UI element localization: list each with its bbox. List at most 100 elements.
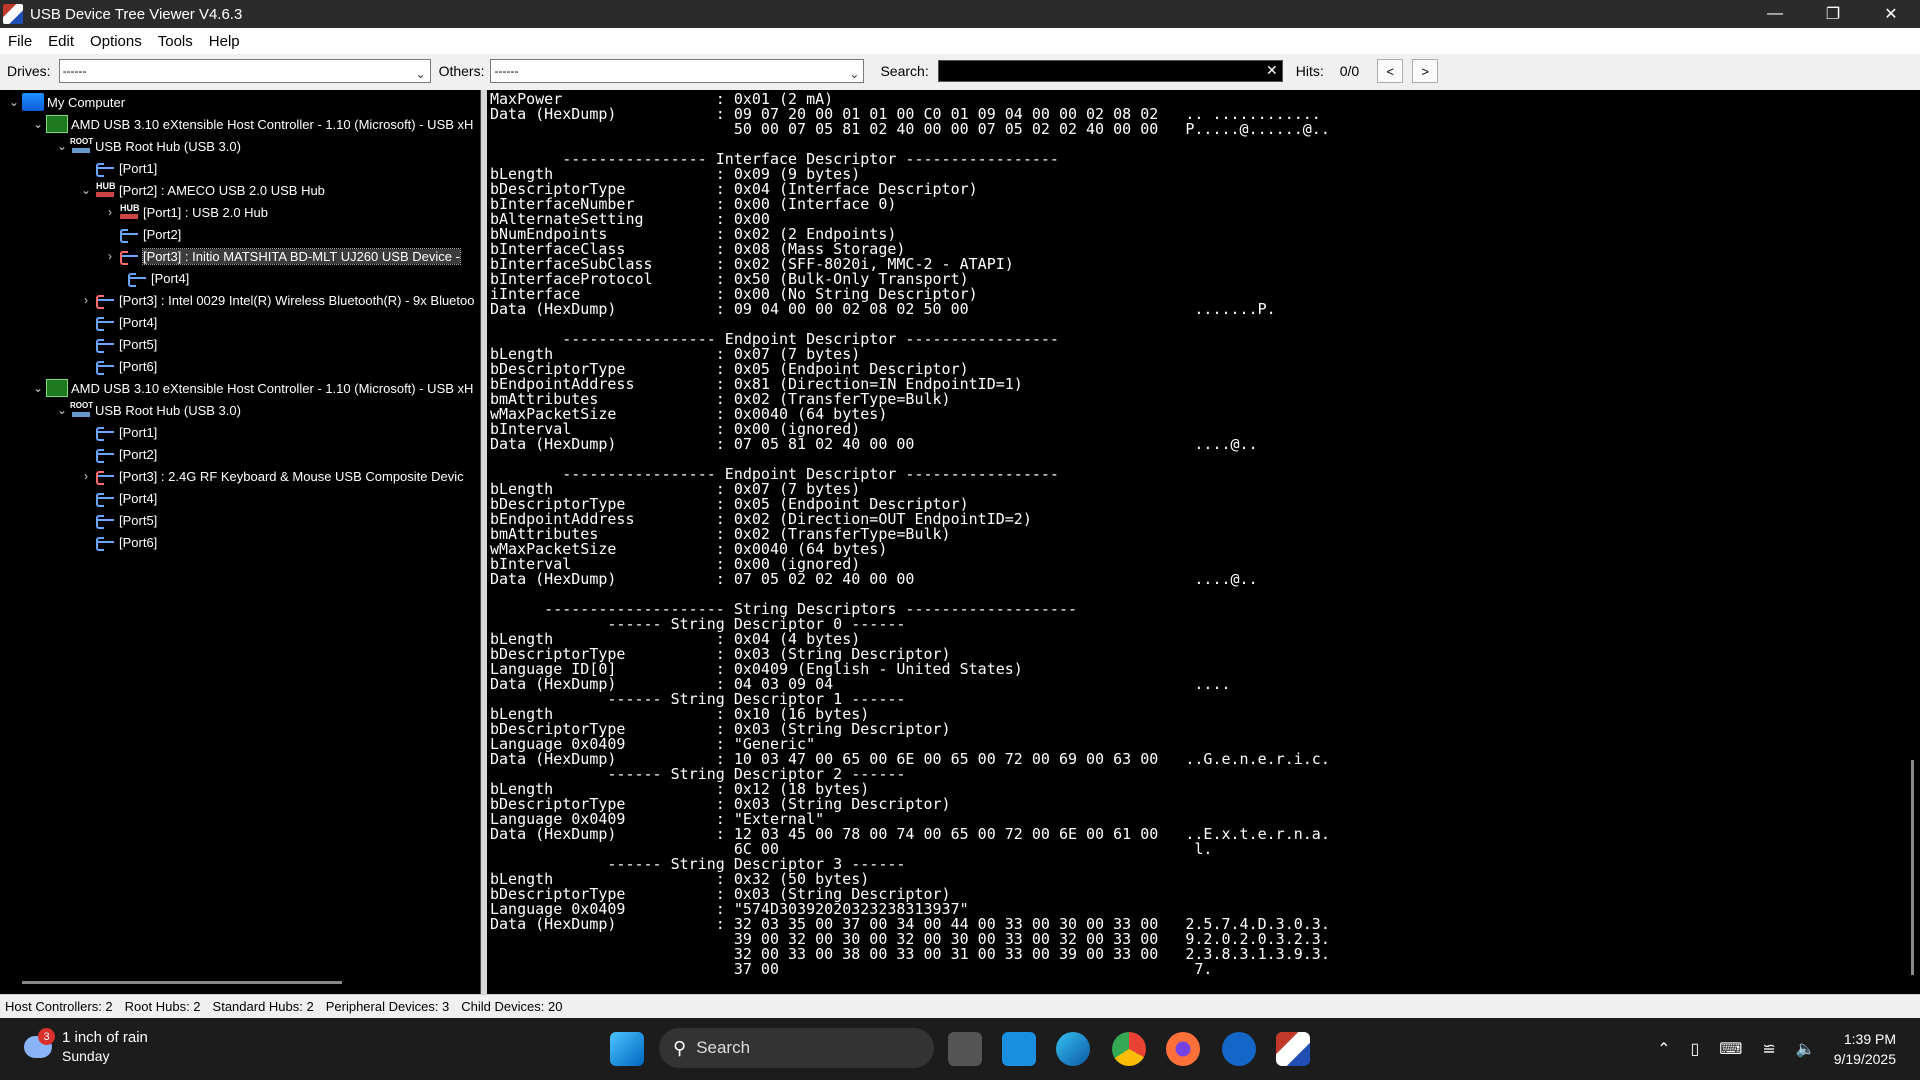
tree-item-label: [Port5] — [119, 336, 158, 352]
tree-item-device[interactable]: › [Port3] : 2.4G RF Keyboard & Mouse USB … — [78, 465, 464, 487]
chevron-right-icon[interactable]: › — [78, 293, 94, 307]
tree-item-hub[interactable]: › [Port1] : USB 2.0 Hub — [102, 201, 268, 223]
app-icon — [3, 4, 23, 24]
usb-port-icon — [94, 159, 116, 177]
keyboard-icon[interactable]: ⌨ — [1719, 1039, 1742, 1059]
search-icon: ⚲ — [673, 1037, 687, 1058]
tree-item-device[interactable]: › [Port3] : Intel 0029 Intel(R) Wireless … — [78, 289, 475, 311]
tree-item-label: [Port1] : USB 2.0 Hub — [143, 204, 269, 220]
usb-hub-icon — [94, 181, 116, 199]
minimize-button[interactable]: — — [1746, 0, 1804, 28]
chevron-right-icon[interactable]: › — [78, 469, 94, 483]
desktop-app-icon[interactable] — [1002, 1032, 1036, 1066]
tree-item-host-controller[interactable]: ⌄ AMD USB 3.10 eXtensible Host Controller… — [30, 113, 473, 135]
edge-browser-icon[interactable] — [1056, 1032, 1090, 1066]
usb-port-icon — [118, 225, 140, 243]
usb-port-icon — [94, 533, 116, 551]
usb-port-icon — [94, 445, 116, 463]
menu-help[interactable]: Help — [201, 33, 248, 50]
menu-tools[interactable]: Tools — [150, 33, 201, 50]
tree-item-label: [Port2] — [143, 226, 182, 242]
tree-item-port[interactable]: [Port5] — [78, 333, 157, 355]
drives-value: ------ — [62, 64, 87, 78]
drives-select[interactable]: ------ ⌄ — [58, 59, 431, 83]
tree-item-port[interactable]: [Port5] — [78, 509, 157, 531]
menu-edit[interactable]: Edit — [40, 33, 82, 50]
tree-item-port[interactable]: [Port4] — [126, 267, 189, 289]
tree-item-my-computer[interactable]: ⌄ My Computer — [6, 91, 125, 113]
chevron-down-icon[interactable]: ⌄ — [30, 117, 46, 131]
root-hub-icon — [70, 137, 93, 155]
chevron-down-icon[interactable]: ⌄ — [54, 139, 70, 153]
usb-device-icon — [94, 291, 116, 309]
usb-port-icon — [94, 511, 116, 529]
chevron-down-icon[interactable]: ⌄ — [6, 95, 22, 109]
status-child-devices: Child Devices: 20 — [461, 999, 563, 1014]
menu-file[interactable]: File — [0, 33, 40, 50]
detail-vertical-scrollbar[interactable] — [1911, 760, 1914, 975]
chevron-up-icon[interactable]: ⌃ — [1657, 1039, 1670, 1059]
tree-item-device-selected[interactable]: › [Port3] : Initio MATSHITA BD-MLT UJ260 … — [102, 245, 461, 267]
tree-item-port[interactable]: [Port6] — [78, 355, 157, 377]
volume-icon[interactable]: 🔈 — [1796, 1039, 1816, 1059]
tree-item-label: [Port3] : 2.4G RF Keyboard & Mouse USB C… — [119, 468, 464, 484]
chrome-browser-icon[interactable] — [1112, 1032, 1146, 1066]
title-bar: USB Device Tree Viewer V4.6.3 — ❐ ✕ — [0, 0, 1920, 28]
search-label: Search: — [880, 63, 929, 79]
hits-label: Hits: — [1295, 63, 1324, 79]
tree-horizontal-scrollbar[interactable] — [22, 981, 342, 984]
usb-device-icon — [94, 467, 116, 485]
restore-button[interactable]: ❐ — [1804, 0, 1862, 28]
usb-port-icon — [94, 357, 116, 375]
previous-hit-button[interactable]: < — [1377, 59, 1404, 83]
computer-icon — [22, 93, 44, 111]
clock-date: 9/19/2025 — [1833, 1051, 1896, 1067]
tree-item-label: [Port6] — [119, 358, 158, 374]
usb-drive-icon[interactable]: ▯ — [1690, 1039, 1699, 1059]
usb-hub-icon — [118, 203, 140, 221]
window-controls: — ❐ ✕ — [1746, 0, 1920, 28]
descriptor-detail-pane[interactable]: MaxPower : 0x01 (2 mA) Data (HexDump) : … — [487, 90, 1920, 994]
clear-search-icon[interactable]: ✕ — [1266, 62, 1278, 79]
tree-item-host-controller[interactable]: ⌄ AMD USB 3.10 eXtensible Host Controller… — [30, 377, 473, 399]
start-button[interactable] — [610, 1032, 644, 1066]
tree-item-label: [Port1] — [119, 160, 158, 176]
device-tree[interactable]: ⌄ My Computer ⌄ AMD USB 3.10 eXtensible Ho… — [0, 90, 481, 994]
tree-item-port[interactable]: [Port2] — [102, 223, 181, 245]
chevron-right-icon[interactable]: › — [102, 205, 118, 219]
taskbar-search[interactable]: ⚲ Search — [659, 1028, 934, 1068]
firefox-browser-icon[interactable] — [1166, 1032, 1200, 1066]
tree-item-port[interactable]: [Port4] — [78, 311, 157, 333]
weather-widget[interactable]: 3 1 inch of rain Sunday — [24, 1028, 148, 1066]
search-input[interactable]: ✕ — [937, 60, 1283, 82]
tree-item-hub[interactable]: ⌄ [Port2] : AMECO USB 2.0 USB Hub — [78, 179, 325, 201]
tree-item-port[interactable]: [Port1] — [78, 157, 157, 179]
usb-tree-viewer-taskbar-icon[interactable] — [1276, 1032, 1310, 1066]
others-select[interactable]: ------ ⌄ — [490, 59, 865, 83]
weather-summary: 1 inch of rain — [62, 1029, 148, 1046]
chevron-down-icon: ⌄ — [849, 67, 860, 81]
toolbar: Drives: ------ ⌄ Others: ------ ⌄ Search… — [0, 54, 1920, 88]
chevron-right-icon[interactable]: › — [102, 249, 118, 263]
chevron-down-icon[interactable]: ⌄ — [78, 183, 94, 197]
tree-item-port[interactable]: [Port6] — [78, 531, 157, 553]
chevron-down-icon[interactable]: ⌄ — [54, 403, 70, 417]
tree-item-port[interactable]: [Port2] — [78, 443, 157, 465]
wifi-icon[interactable]: ≌ — [1762, 1039, 1775, 1059]
tree-item-root-hub[interactable]: ⌄ USB Root Hub (USB 3.0) — [54, 399, 241, 421]
taskbar: 3 1 inch of rain Sunday ⚲ Search ⌃ ▯ ⌨ ≌… — [0, 1018, 1920, 1080]
chevron-down-icon[interactable]: ⌄ — [30, 381, 46, 395]
close-button[interactable]: ✕ — [1862, 0, 1920, 28]
tree-item-label: [Port5] — [119, 512, 158, 528]
tree-item-port[interactable]: [Port1] — [78, 421, 157, 443]
media-player-icon[interactable] — [1222, 1032, 1256, 1066]
tree-item-label: [Port2] — [119, 446, 158, 462]
drives-label: Drives: — [7, 63, 51, 79]
next-hit-button[interactable]: > — [1412, 59, 1439, 83]
menu-options[interactable]: Options — [82, 33, 150, 50]
clock[interactable]: 1:39 PM 9/19/2025 — [1834, 1029, 1896, 1069]
tree-item-port[interactable]: [Port4] — [78, 487, 157, 509]
tree-item-label: [Port4] — [151, 270, 190, 286]
task-view-icon[interactable] — [948, 1032, 982, 1066]
tree-item-root-hub[interactable]: ⌄ USB Root Hub (USB 3.0) — [54, 135, 241, 157]
